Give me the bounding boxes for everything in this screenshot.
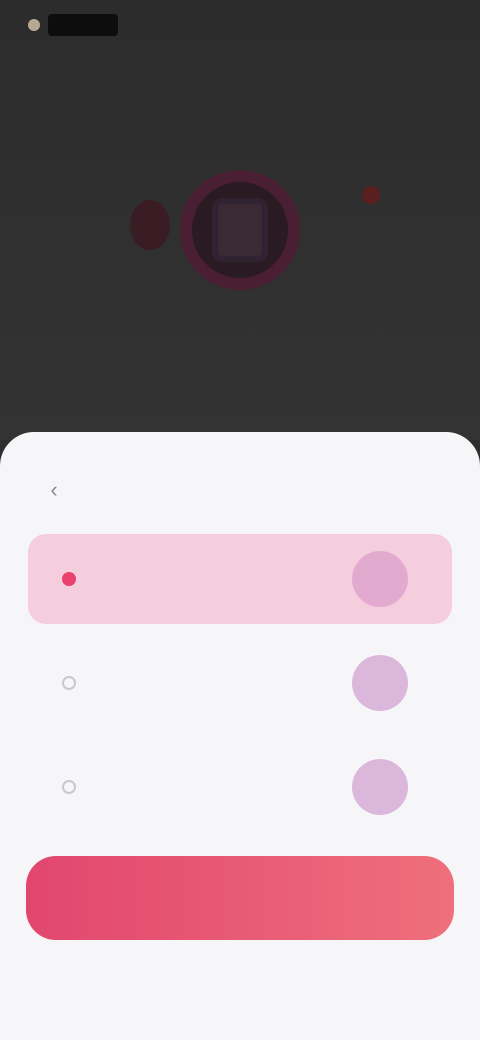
sheet-header: ‹	[0, 476, 480, 504]
option-list	[28, 534, 452, 846]
hero-decoration-left	[130, 200, 170, 250]
continue-button[interactable]	[26, 856, 454, 940]
avatar	[352, 551, 408, 607]
status-bar	[28, 14, 118, 36]
option-item[interactable]	[28, 742, 452, 832]
top-area	[0, 0, 480, 440]
chevron-left-icon: ‹	[50, 477, 58, 502]
radio-icon[interactable]	[62, 676, 76, 690]
radio-icon[interactable]	[62, 780, 76, 794]
option-item[interactable]	[28, 638, 452, 728]
hero-decoration-right	[362, 186, 380, 204]
status-indicator-icon	[28, 19, 40, 31]
hero-illustration	[130, 160, 380, 300]
avatar	[352, 759, 408, 815]
back-button[interactable]: ‹	[40, 476, 68, 504]
option-item[interactable]	[28, 534, 452, 624]
hero-icon	[212, 198, 268, 262]
status-time	[48, 14, 118, 36]
avatar	[352, 655, 408, 711]
bottom-sheet: ‹	[0, 432, 480, 1040]
radio-selected-icon[interactable]	[62, 572, 76, 586]
sheet-footer	[0, 954, 480, 978]
